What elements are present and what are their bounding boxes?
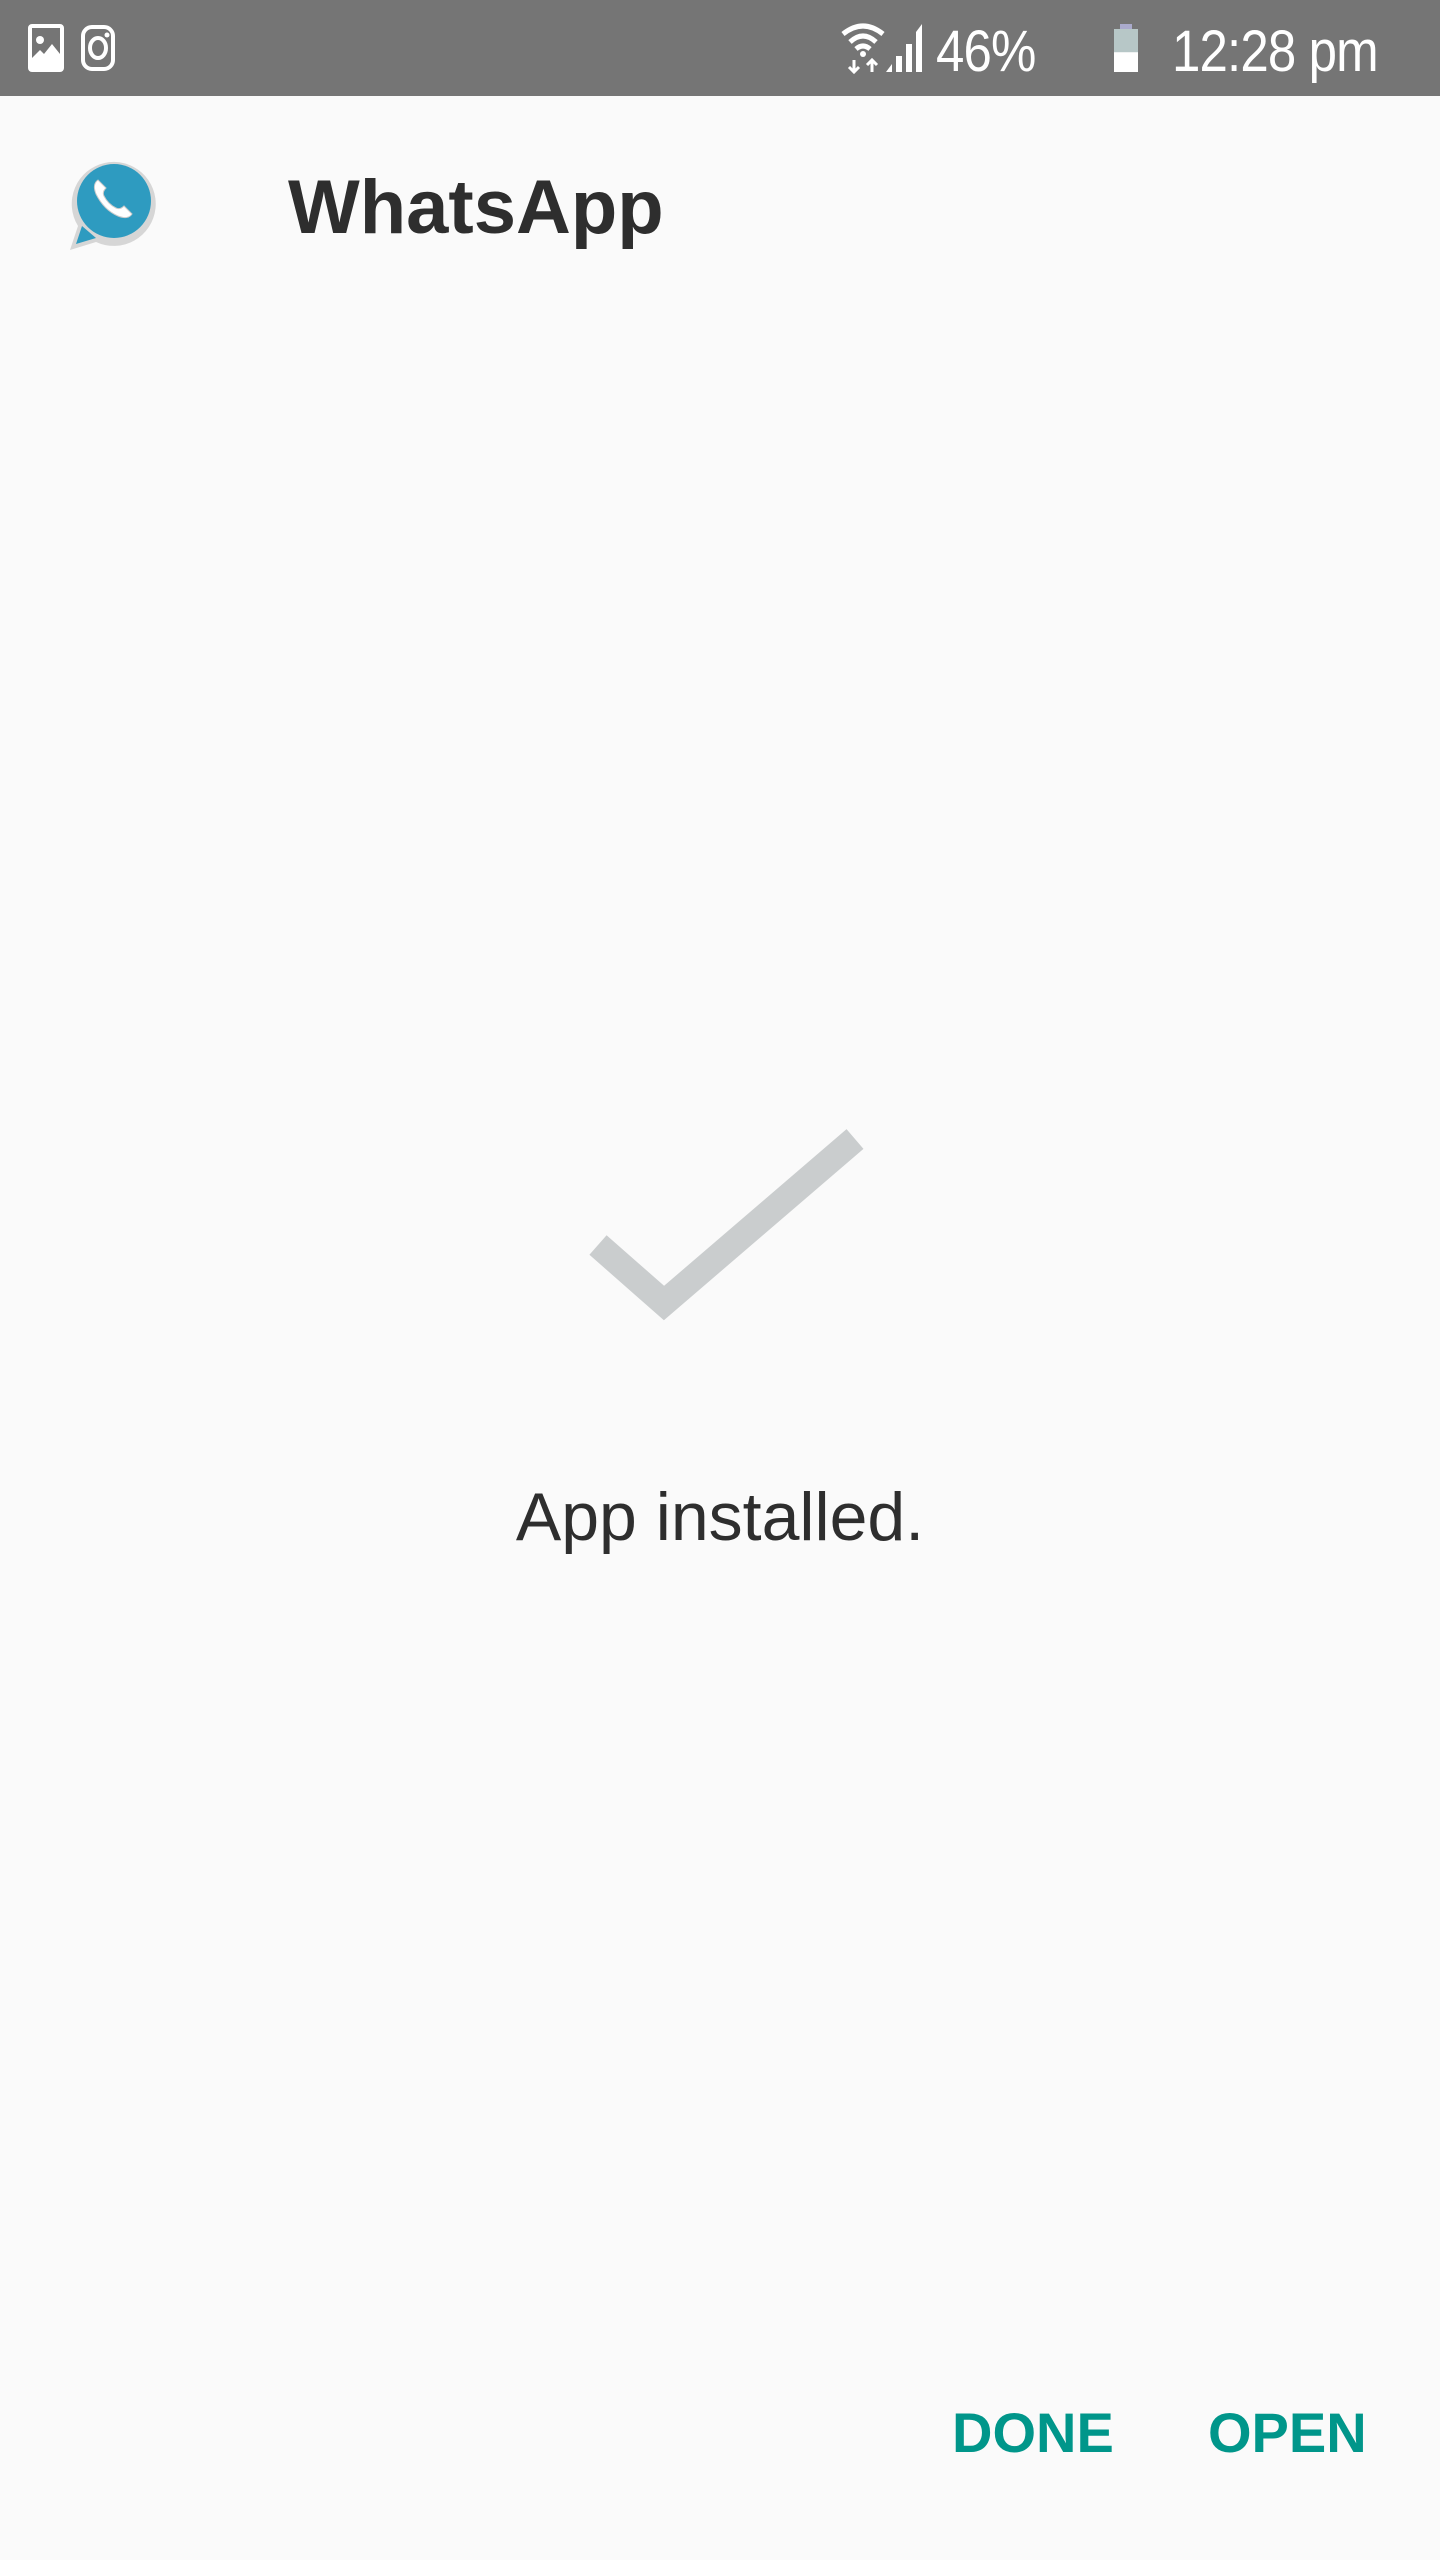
cell-signal-icon <box>886 24 922 72</box>
instagram-icon <box>81 25 115 71</box>
battery-percent: 46% <box>936 19 1036 84</box>
gallery-icon <box>28 24 64 72</box>
whatsapp-icon <box>70 161 156 250</box>
checkmark-icon <box>589 1129 864 1321</box>
open-button[interactable]: OPEN <box>1208 2400 1367 2465</box>
battery-icon <box>1114 24 1138 72</box>
app-header <box>0 96 1440 326</box>
app-name: WhatsApp <box>288 165 664 250</box>
install-status-message: App installed. <box>515 1479 925 1555</box>
wifi-data-icon <box>841 23 885 74</box>
status-bar: 46% 12:28 pm <box>0 0 1440 96</box>
done-button[interactable]: DONE <box>952 2400 1114 2465</box>
clock: 12:28 pm <box>1172 19 1379 84</box>
